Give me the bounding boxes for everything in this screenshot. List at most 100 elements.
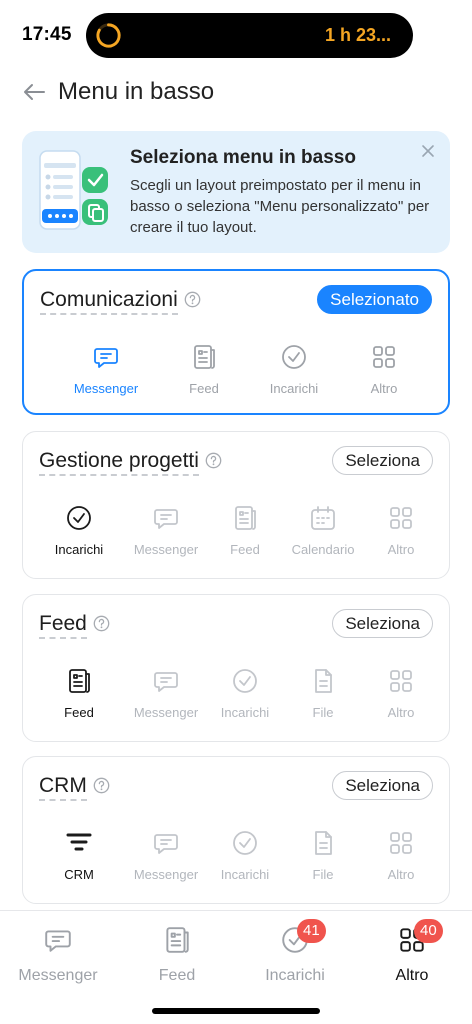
nav-item-label: Altro	[395, 967, 429, 984]
preview-tab-altro: Altro	[356, 504, 446, 557]
home-indicator	[152, 1008, 320, 1014]
preview-tab-file: File	[278, 829, 368, 882]
notification-badge: 41	[297, 919, 326, 943]
nav-item-feed[interactable]: Feed	[122, 925, 232, 985]
select-button[interactable]: Seleziona	[332, 609, 433, 638]
preview-tab-incarichi: Incarichi	[34, 504, 124, 557]
preview-tab-label: Feed	[189, 381, 219, 396]
dynamic-island[interactable]: 1 h 23...	[86, 13, 413, 58]
preview-tab-label: Feed	[64, 705, 94, 720]
bottom-navigation: Messenger Feed 41 Incarichi 40 Altro	[0, 910, 472, 1024]
preview-tab-feed: Feed	[159, 343, 249, 396]
check-circle-icon	[231, 829, 259, 857]
card-title: Feed	[39, 612, 110, 639]
select-button[interactable]: Seleziona	[332, 446, 433, 475]
layout-card-comunicazioni[interactable]: Comunicazioni Selezionato Messenger Feed Inc…	[22, 269, 450, 415]
preview-tab-label: File	[312, 705, 334, 720]
status-time: 17:45	[22, 24, 72, 45]
preview-tab-label: Messenger	[133, 705, 199, 720]
header: Menu in basso	[0, 70, 472, 115]
card-title: Gestione progetti	[39, 449, 222, 476]
card-title: Comunicazioni	[40, 288, 201, 315]
nav-item-incarichi[interactable]: 41 Incarichi	[240, 919, 350, 985]
phone-illustration-icon	[39, 150, 108, 230]
info-banner: Seleziona menu in basso Scegli un layout…	[22, 131, 450, 253]
check-circle-icon	[280, 343, 308, 371]
grid-icon	[370, 343, 398, 371]
preview-tab-messenger: Messenger	[121, 829, 211, 882]
preview-tab-incarichi: Incarichi	[200, 667, 290, 720]
preview-tab-label: Messenger	[133, 867, 199, 882]
card-title-label: CRM	[39, 774, 87, 801]
chat-icon	[152, 667, 180, 695]
preview-tab-altro: Altro	[356, 829, 446, 882]
nav-item-label: Feed	[158, 967, 196, 984]
card-title-label: Feed	[39, 612, 87, 639]
preview-tab-messenger: Messenger	[61, 343, 151, 396]
select-button[interactable]: Seleziona	[332, 771, 433, 800]
grid-icon	[387, 667, 415, 695]
banner-title: Seleziona menu in basso	[130, 147, 356, 168]
preview-tab-label: Calendario	[291, 542, 355, 557]
preview-tab-label: Altro	[387, 542, 415, 557]
preview-tab-altro: Altro	[356, 667, 446, 720]
feed-icon	[190, 343, 218, 371]
chat-icon	[152, 504, 180, 532]
nav-item-altro[interactable]: 40 Altro	[357, 919, 467, 985]
preview-tabs: Incarichi Messenger Feed Calendario Altro	[23, 504, 449, 564]
check-circle-icon	[231, 667, 259, 695]
calendar-icon	[309, 504, 337, 532]
preview-tab-label: Altro	[387, 867, 415, 882]
preview-tab-label: Incarichi	[269, 381, 319, 396]
help-icon[interactable]	[93, 614, 110, 632]
preview-tab-label: File	[312, 867, 334, 882]
preview-tab-crm: CRM	[34, 829, 124, 882]
preview-tab-feed: Feed	[34, 667, 124, 720]
activity-timer: 1 h 23...	[324, 25, 391, 45]
feed-icon	[162, 925, 192, 955]
preview-tabs: Messenger Feed Incarichi Altro	[24, 343, 448, 403]
preview-tab-altro: Altro	[339, 343, 429, 396]
preview-tab-label: Incarichi	[220, 705, 270, 720]
layout-card-crm[interactable]: CRM Seleziona CRM Messenger Incarichi File Alt…	[22, 756, 450, 904]
banner-text: Scegli un layout preimpostato per il men…	[130, 177, 430, 236]
preview-tab-label: CRM	[64, 867, 94, 882]
close-icon[interactable]	[418, 141, 438, 161]
chat-icon	[152, 829, 180, 857]
feed-icon	[231, 504, 259, 532]
preview-tab-label: Feed	[230, 542, 260, 557]
grid-icon	[387, 504, 415, 532]
preview-tab-label: Altro	[370, 381, 398, 396]
preview-tabs: Feed Messenger Incarichi File Altro	[23, 667, 449, 727]
preview-tabs: CRM Messenger Incarichi File Altro	[23, 829, 449, 889]
card-title: CRM	[39, 774, 110, 801]
help-icon[interactable]	[205, 451, 222, 469]
preview-tab-messenger: Messenger	[121, 667, 211, 720]
page-title: Menu in basso	[58, 78, 215, 105]
preview-tab-label: Incarichi	[54, 542, 104, 557]
help-icon[interactable]	[93, 776, 110, 794]
layout-card-feed[interactable]: Feed Seleziona Feed Messenger Incarichi File A…	[22, 594, 450, 742]
preview-tab-file: File	[278, 667, 368, 720]
file-icon	[309, 829, 337, 857]
grid-icon	[387, 829, 415, 857]
preview-tab-calendario: Calendario	[278, 504, 368, 557]
preview-tab-incarichi: Incarichi	[249, 343, 339, 396]
layout-card-gestione-progetti[interactable]: Gestione progetti Seleziona Incarichi Messe…	[22, 431, 450, 579]
preview-tab-label: Altro	[387, 705, 415, 720]
nav-item-messenger[interactable]: Messenger	[3, 925, 113, 985]
status-bar: 17:45 1 h 23...	[0, 0, 472, 70]
help-icon[interactable]	[184, 290, 201, 308]
preview-tab-label: Messenger	[133, 542, 199, 557]
file-icon	[309, 667, 337, 695]
chat-icon	[92, 343, 120, 371]
chat-icon	[43, 925, 73, 955]
funnel-icon	[65, 829, 93, 857]
preview-tab-incarichi: Incarichi	[200, 829, 290, 882]
feed-icon	[65, 667, 93, 695]
preview-tab-messenger: Messenger	[121, 504, 211, 557]
back-arrow-icon[interactable]	[20, 78, 48, 106]
notification-badge: 40	[414, 919, 443, 943]
card-title-label: Gestione progetti	[39, 449, 199, 476]
selected-button[interactable]: Selezionato	[317, 285, 432, 314]
